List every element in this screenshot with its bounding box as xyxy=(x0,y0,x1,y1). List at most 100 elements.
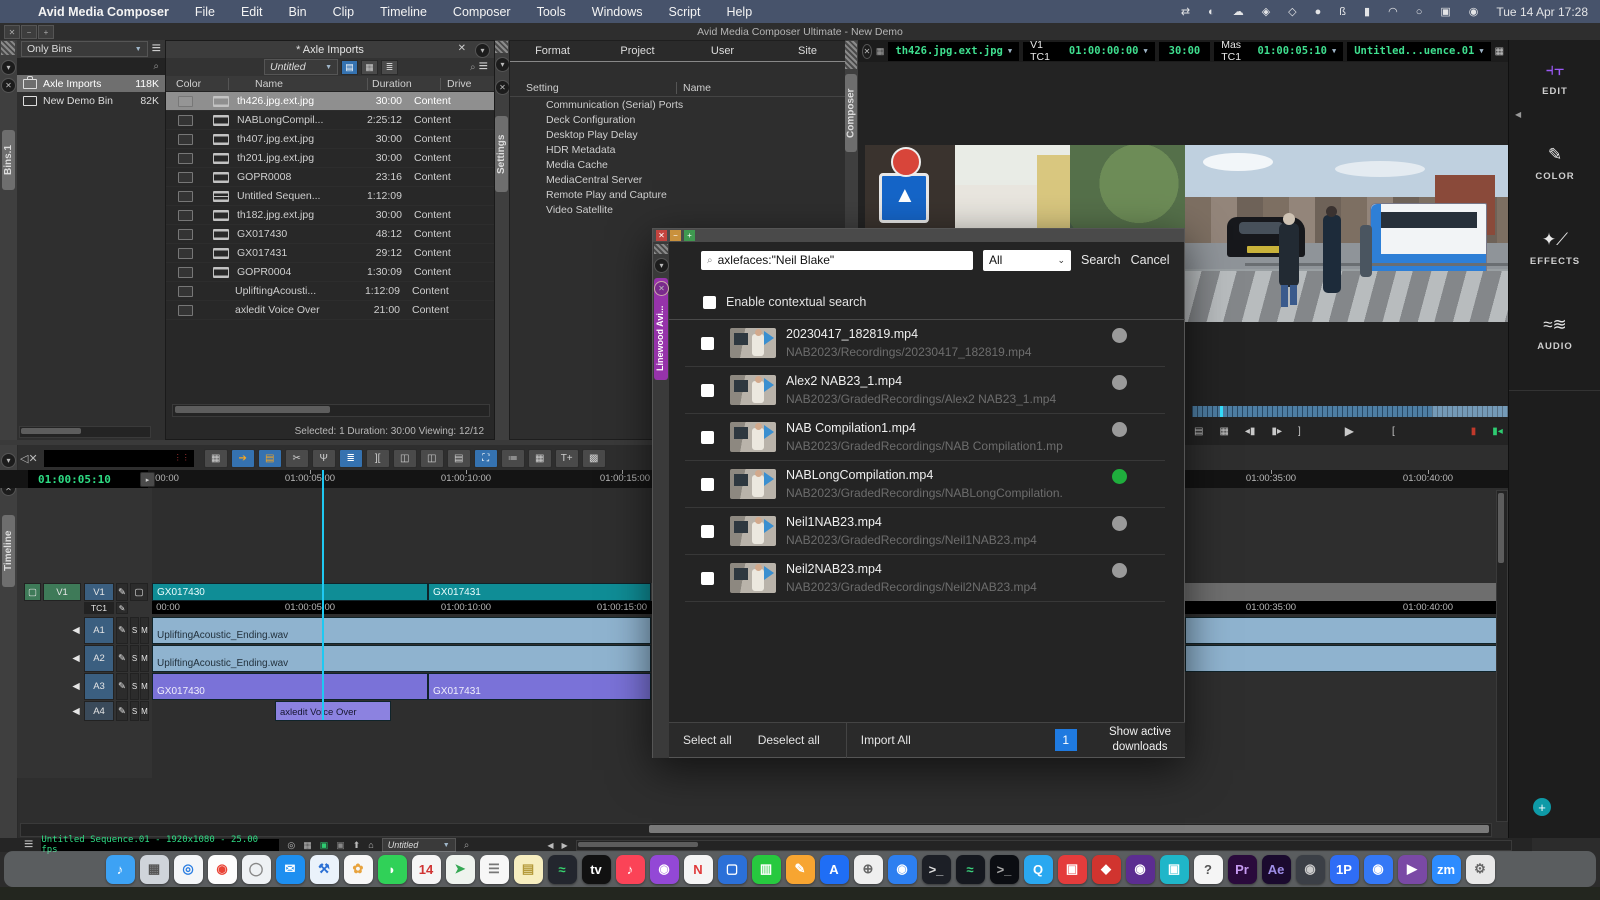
tc-track-picker-icon[interactable]: ▸ xyxy=(140,472,155,487)
a1-offscreen-clip[interactable] xyxy=(1185,617,1508,644)
settings-item[interactable]: HDR Metadata xyxy=(510,142,850,157)
dock-app-zoom[interactable]: zm xyxy=(1432,855,1461,884)
record-dot-icon[interactable]: ◎ xyxy=(287,840,295,851)
a1-pencil-icon[interactable]: ✎ xyxy=(116,617,128,644)
add-panel-button[interactable]: + xyxy=(1533,798,1551,816)
bin-hamburger-icon[interactable]: ≡ xyxy=(479,58,488,76)
battery-icon[interactable]: ▮ xyxy=(1364,5,1370,18)
rail-menu-button[interactable]: ▾ xyxy=(495,57,510,72)
a3-record-track-button[interactable]: A3 xyxy=(84,673,114,700)
dock-app-translate[interactable]: A xyxy=(820,855,849,884)
timeline-clip-v1[interactable]: GX017430 xyxy=(152,583,428,601)
menu-item[interactable]: File xyxy=(195,5,215,19)
grid-icon[interactable]: ▦ xyxy=(1495,46,1504,57)
menu-item[interactable]: Script xyxy=(669,5,701,19)
show-active-downloads-button[interactable]: Show active downloads xyxy=(1109,725,1171,755)
settings-item[interactable]: MediaCentral Server xyxy=(510,172,850,187)
search-button[interactable]: Search xyxy=(1081,253,1121,267)
sidebar-item-color[interactable]: ✎ COLOR xyxy=(1509,145,1600,182)
menu-item[interactable]: Bin xyxy=(289,5,307,19)
rail-menu-button[interactable]: ▾ xyxy=(654,258,669,273)
clip-color-chip[interactable] xyxy=(178,229,193,240)
render-icon[interactable]: ▩ xyxy=(582,449,606,468)
bin-clip-row[interactable]: GX017431 29:12 Content xyxy=(166,244,494,263)
record-monitor-video[interactable] xyxy=(1185,145,1508,322)
menu-item[interactable]: Edit xyxy=(241,5,263,19)
bin-hscrollbar[interactable] xyxy=(172,404,490,417)
title-tool-icon[interactable]: T+ xyxy=(555,449,579,468)
download-status-icon[interactable] xyxy=(1112,375,1127,390)
clip-color-chip[interactable] xyxy=(178,248,193,259)
dock-app-search-blue[interactable]: Q xyxy=(1024,855,1053,884)
download-status-icon[interactable] xyxy=(1112,563,1127,578)
clip-color-chip[interactable] xyxy=(178,267,193,278)
dock-app-aftereffects[interactable]: Ae xyxy=(1262,855,1291,884)
rail-menu-button[interactable]: ▾ xyxy=(1,60,16,75)
bin-clip-row[interactable]: UpliftingAcousti... 1:12:09 Content xyxy=(166,282,494,301)
green-media-icon[interactable]: ▣ xyxy=(320,840,329,851)
frame-view-button[interactable]: ▦ xyxy=(361,60,378,75)
step-backward-icon[interactable]: ◂▮ xyxy=(1245,426,1256,437)
sidebar-item-audio[interactable]: ≈≋ AUDIO xyxy=(1509,315,1600,352)
dock-app-tv[interactable]: tv xyxy=(582,855,611,884)
a3-pencil-icon[interactable]: ✎ xyxy=(116,673,128,700)
a2-offscreen-clip[interactable] xyxy=(1185,645,1508,672)
v1-source-monitor-button[interactable]: ▢ xyxy=(24,583,41,601)
sidebar-menu-icon[interactable]: ≡ xyxy=(152,40,161,58)
a3-speaker-icon[interactable]: ◀ xyxy=(70,673,82,700)
import-all-button[interactable]: Import All xyxy=(861,733,911,747)
drag-handle[interactable] xyxy=(845,41,857,69)
audio-settings-icon[interactable]: ≔ xyxy=(501,449,525,468)
timeline-clip-v1[interactable]: GX017431 xyxy=(428,583,651,601)
settings-item[interactable]: Deck Configuration xyxy=(510,112,850,127)
step-forward-icon[interactable]: ▮▸ xyxy=(1271,426,1282,437)
a3-mute-button[interactable]: M xyxy=(140,673,149,700)
timeline-clip-a3[interactable]: GX017430 xyxy=(152,673,428,700)
search-result-row[interactable]: NAB Compilation1.mp4 NAB2023/GradedRecor… xyxy=(685,414,1165,461)
deselect-all-button[interactable]: Deselect all xyxy=(758,733,820,747)
mark-out-icon[interactable]: ] xyxy=(1298,426,1301,437)
timeline-rail-tab[interactable]: Timeline xyxy=(2,515,15,587)
dock-app-calendar[interactable]: 14 xyxy=(412,855,441,884)
download-status-icon[interactable] xyxy=(1112,328,1127,343)
bin-clip-row[interactable]: th426.jpg.ext.jpg 30:00 Content xyxy=(166,92,494,111)
window-close-button[interactable]: ✕ xyxy=(4,25,20,39)
mark-in-icon[interactable]: [ xyxy=(1392,426,1395,437)
dock-app-premiere[interactable]: Pr xyxy=(1228,855,1257,884)
rail-close-icon[interactable]: ✕ xyxy=(654,281,669,296)
search-input[interactable]: ⌕ axlefaces:"Neil Blake" xyxy=(701,251,973,270)
dock-app-avid[interactable]: ▶ xyxy=(1398,855,1427,884)
menu-app-name[interactable]: Avid Media Composer xyxy=(38,5,169,19)
bin-clip-row[interactable]: GX017430 48:12 Content xyxy=(166,225,494,244)
plugin-rail-tab[interactable]: ✕ Linewood Avi... xyxy=(654,278,668,380)
wifi-icon[interactable]: ◠ xyxy=(1388,5,1398,18)
v1-source-track-button[interactable]: V1 xyxy=(43,583,81,601)
a2-pencil-icon[interactable]: ✎ xyxy=(116,645,128,672)
dock-app-news[interactable]: N xyxy=(684,855,713,884)
film-icon[interactable]: ▦ xyxy=(303,840,312,851)
diamond-app-icon[interactable]: ◈ xyxy=(1262,5,1270,18)
dock-app-preview[interactable]: ▣ xyxy=(1058,855,1087,884)
window-minimize-button[interactable]: − xyxy=(21,25,37,39)
timeline-view-preset[interactable]: Untitled▼ xyxy=(382,838,456,852)
bottom-hscrollbar[interactable] xyxy=(576,840,1512,851)
clip-color-chip[interactable] xyxy=(178,134,193,145)
a4-pencil-icon[interactable]: ✎ xyxy=(116,701,128,721)
dock-app-red-diamond[interactable]: ◆ xyxy=(1092,855,1121,884)
spotlight-icon[interactable]: ○ xyxy=(1416,6,1423,18)
bin-clip-row[interactable]: Untitled Sequen... 1:12:09 xyxy=(166,187,494,206)
settings-rail-tab[interactable]: Settings xyxy=(495,116,508,192)
a1-solo-button[interactable]: S xyxy=(130,617,139,644)
dock-app-messages[interactable]: ◗ xyxy=(378,855,407,884)
settings-item[interactable]: Remote Play and Capture xyxy=(510,187,850,202)
bin-clip-row[interactable]: GOPR0004 1:30:09 Content xyxy=(166,263,494,282)
video-fullscreen-icon[interactable]: ⛶ xyxy=(474,449,498,468)
a2-solo-button[interactable]: S xyxy=(130,645,139,672)
sequence-selector[interactable]: Untitled...uence.01▼ xyxy=(1347,42,1490,61)
drag-handle[interactable] xyxy=(1,41,15,55)
settings-tab[interactable]: Project xyxy=(595,41,680,62)
settings-col-setting[interactable]: Setting xyxy=(526,82,676,94)
collapse-arrow-icon[interactable]: ◀ xyxy=(1515,110,1521,119)
timeline-playhead[interactable] xyxy=(322,470,324,720)
result-checkbox[interactable] xyxy=(701,431,714,444)
